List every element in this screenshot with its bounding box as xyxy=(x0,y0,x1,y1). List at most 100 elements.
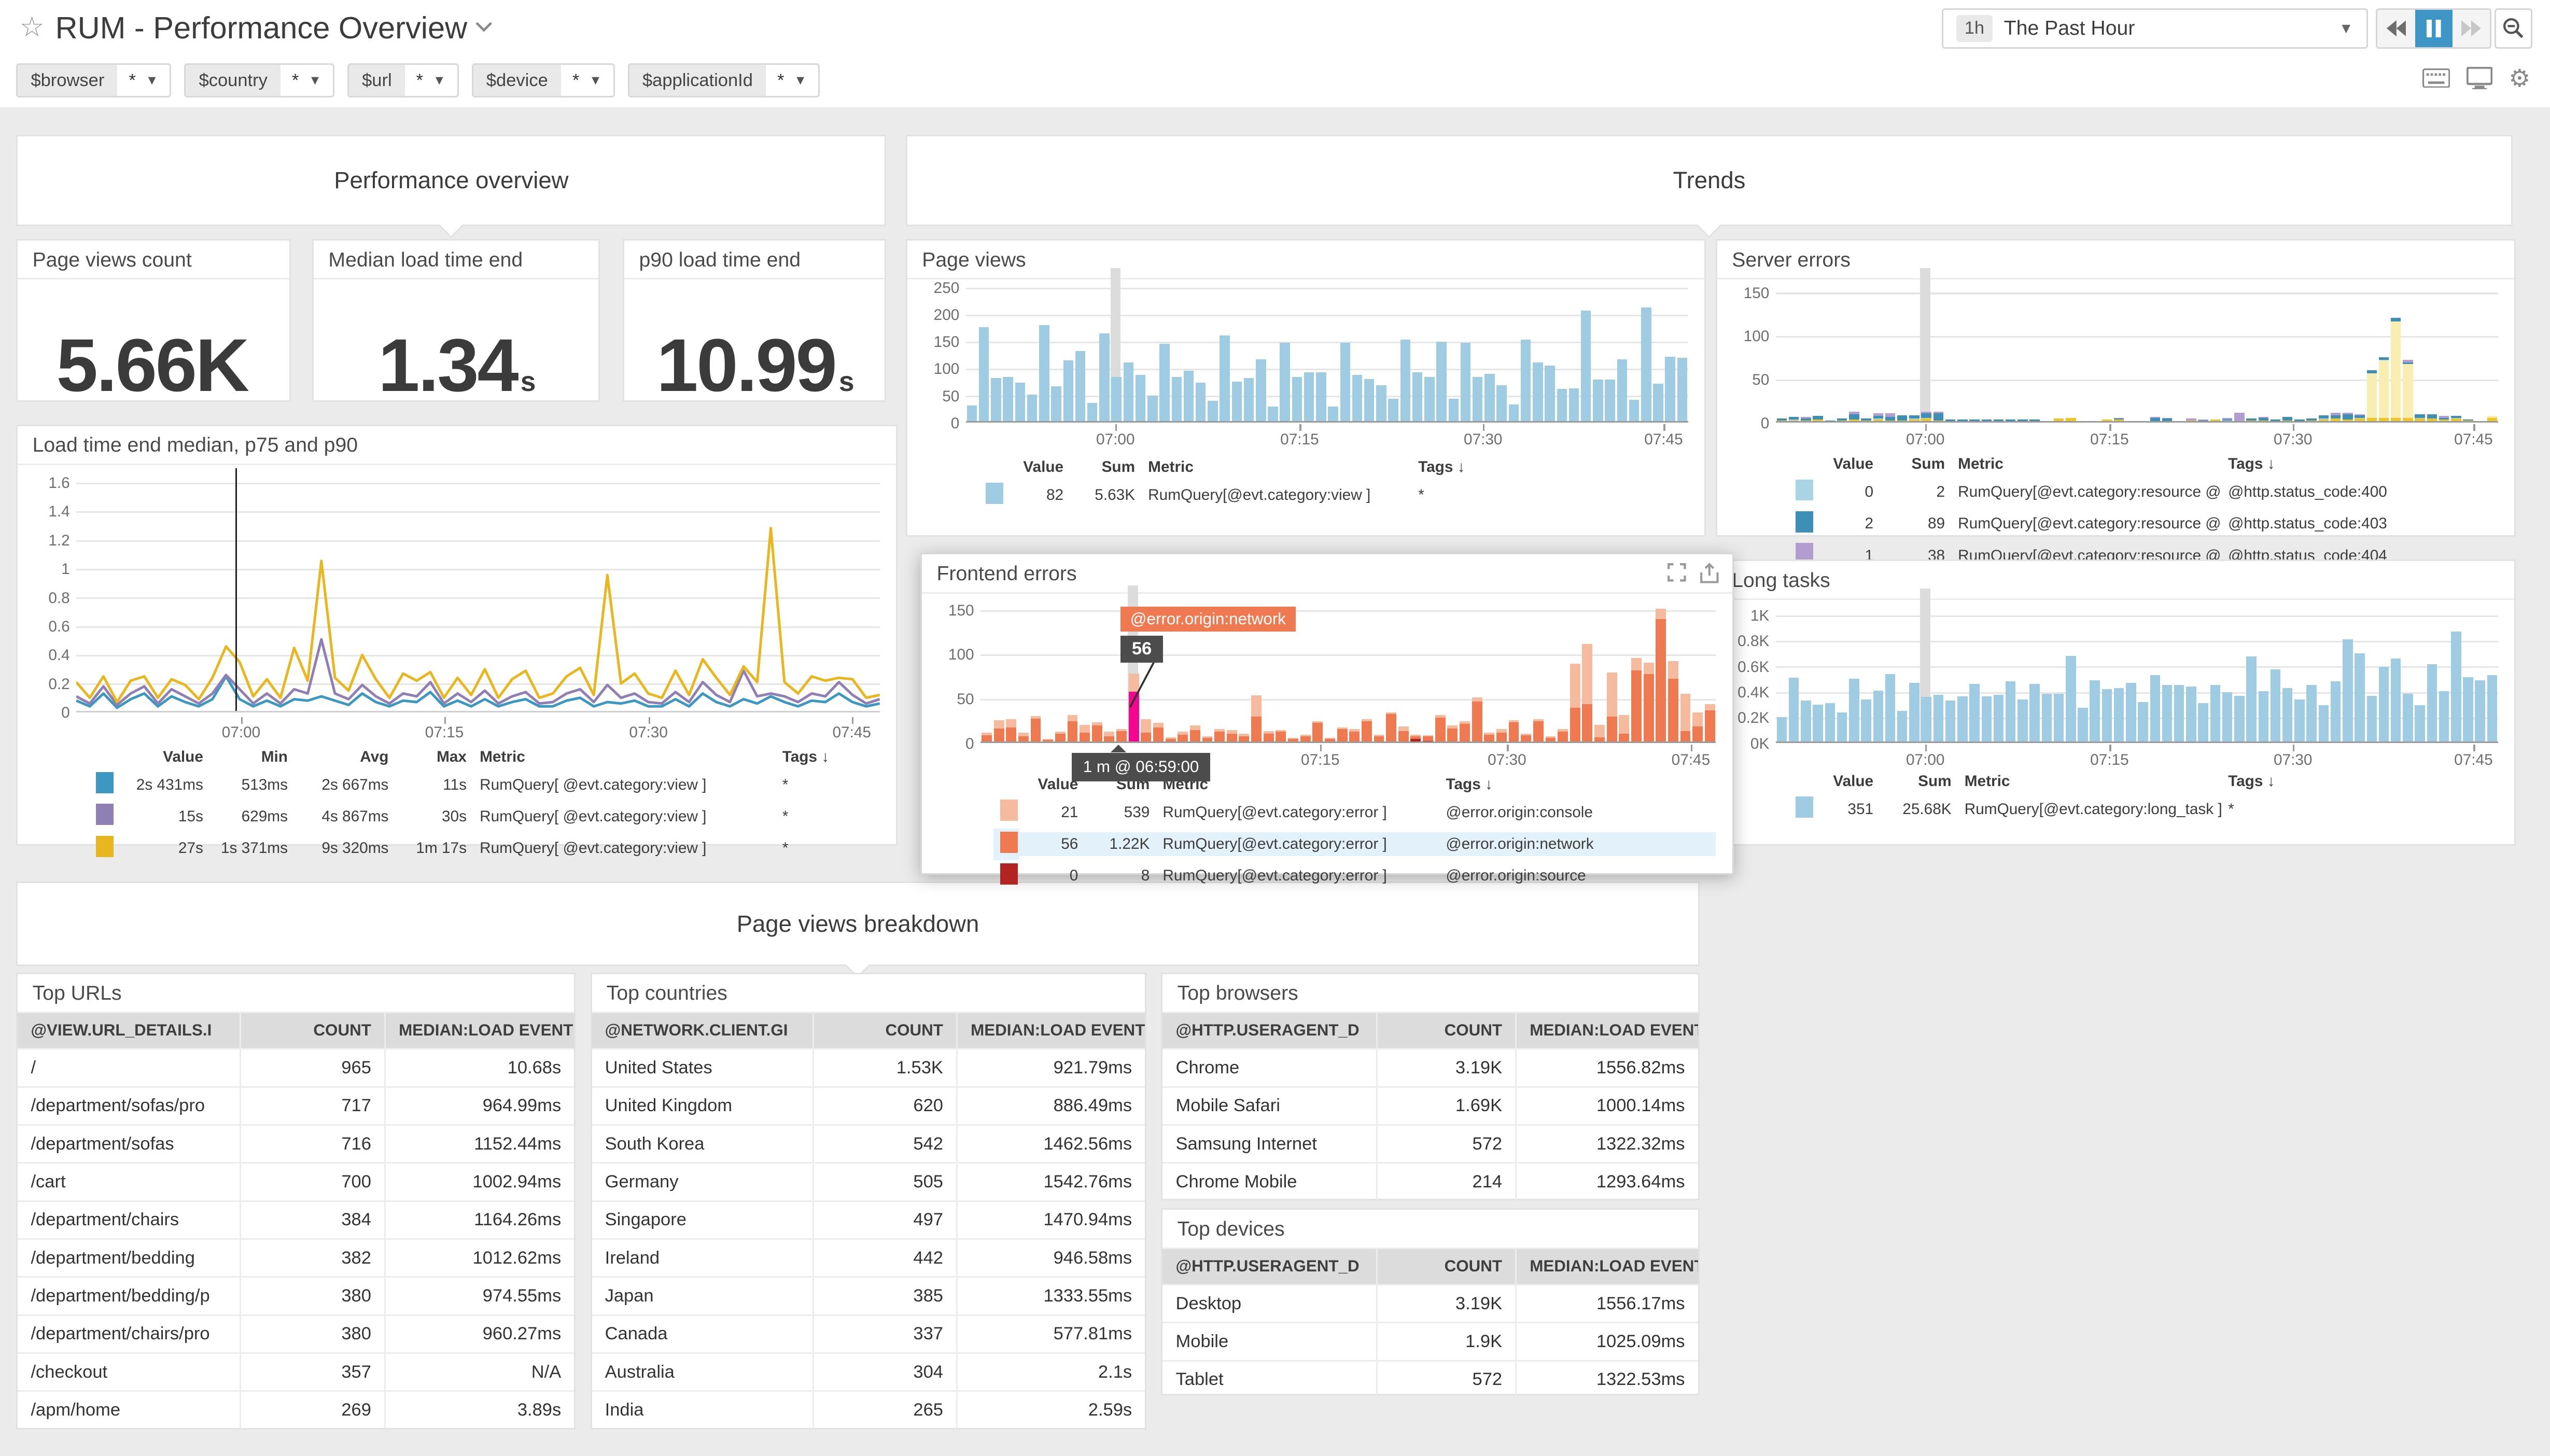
legend-cell: RumQuery[@evt.category:error ] xyxy=(1156,864,1439,888)
table-header-cell[interactable]: COUNT xyxy=(1377,1013,1516,1049)
keyboard-icon[interactable] xyxy=(2422,68,2450,88)
var-value[interactable]: *▼ xyxy=(281,65,333,96)
table-row[interactable]: Japan3851333.55ms xyxy=(592,1277,1145,1315)
widget-top-countries[interactable]: Top countries @NETWORK.CLIENT.GICOUNTMED… xyxy=(591,973,1147,1430)
bar-segment xyxy=(1629,400,1639,422)
table-row[interactable]: /department/sofas7161152.44ms xyxy=(18,1125,574,1163)
table-row[interactable]: Samsung Internet5721322.32ms xyxy=(1162,1125,1698,1163)
var-value[interactable]: *▼ xyxy=(561,65,613,96)
bar xyxy=(2367,370,2377,422)
var-value[interactable]: *▼ xyxy=(766,65,818,96)
table-row[interactable]: /department/chairs3841164.26ms xyxy=(18,1201,574,1239)
widget-long-tasks-chart[interactable]: Long tasks 0K0.2K0.4K0.6K0.8K1K07:0007:1… xyxy=(1716,559,2516,846)
y-axis-label: 250 xyxy=(907,279,959,297)
table-header-cell[interactable]: @HTTP.USERAGENT_D xyxy=(1162,1249,1377,1285)
template-var-url[interactable]: $url *▼ xyxy=(347,63,459,97)
table-header-cell[interactable]: COUNT xyxy=(1377,1249,1516,1285)
widget-server-errors-chart[interactable]: Server errors 05010015007:0007:1507:3007… xyxy=(1716,239,2516,537)
chart-plot-area[interactable]: 00.20.40.60.811.21.41.6 xyxy=(76,468,880,712)
table-row[interactable]: /apm/home2693.89s xyxy=(18,1391,574,1429)
table-header-cell[interactable]: MEDIAN:LOAD EVENT xyxy=(385,1013,574,1049)
template-var-country[interactable]: $country *▼ xyxy=(184,63,334,97)
bar xyxy=(1015,383,1025,421)
table-row[interactable]: /checkout357N/A xyxy=(18,1353,574,1391)
widget-frontend-errors-chart[interactable]: Frontend errors @error.origin:network 56… xyxy=(920,553,1733,875)
widget-top-browsers[interactable]: Top browsers @HTTP.USERAGENT_DCOUNTMEDIA… xyxy=(1161,973,1699,1200)
forward-button[interactable] xyxy=(2453,10,2490,47)
table-header-cell[interactable]: @VIEW.URL_DETAILS.I xyxy=(18,1013,240,1049)
var-value[interactable]: *▼ xyxy=(405,65,457,96)
var-value[interactable]: *▼ xyxy=(117,65,170,96)
table-header-cell[interactable]: MEDIAN:LOAD EVENT xyxy=(1516,1013,1698,1049)
table-header-cell[interactable]: @NETWORK.CLIENT.GI xyxy=(592,1013,814,1049)
group-performance-overview[interactable]: Performance overview xyxy=(16,135,886,226)
bar xyxy=(1837,418,1847,421)
pause-button[interactable] xyxy=(2415,10,2453,47)
table-row[interactable]: Canada337577.81ms xyxy=(592,1315,1145,1353)
table-row[interactable]: Chrome3.19K1556.82ms xyxy=(1162,1049,1698,1087)
gear-icon[interactable]: ⚙ xyxy=(2509,67,2530,90)
legend-cell: * xyxy=(776,805,880,829)
favorite-star-icon[interactable]: ☆ xyxy=(20,11,45,44)
title-chevron-down-icon[interactable] xyxy=(475,21,493,33)
table-header-cell[interactable]: COUNT xyxy=(241,1013,385,1049)
zoom-out-button[interactable] xyxy=(2495,8,2532,49)
table-row[interactable]: Australia3042.1s xyxy=(592,1353,1145,1391)
bar xyxy=(1897,415,1907,422)
table-row[interactable]: Mobile1.9K1025.09ms xyxy=(1162,1323,1698,1361)
widget-page-views-count[interactable]: Page views count 5.66K xyxy=(16,239,291,402)
table-row[interactable]: Chrome Mobile2141293.64ms xyxy=(1162,1163,1698,1200)
legend-swatch-cell xyxy=(993,796,1019,828)
table-row[interactable]: India2652.59s xyxy=(592,1391,1145,1429)
table-header-cell[interactable]: @HTTP.USERAGENT_D xyxy=(1162,1013,1377,1049)
table-row[interactable]: United Kingdom620886.49ms xyxy=(592,1087,1145,1125)
bar xyxy=(1801,417,1811,421)
group-page-views-breakdown[interactable]: Page views breakdown xyxy=(16,881,1699,966)
chart-plot-area[interactable]: 050100150 xyxy=(1776,279,2498,423)
bar xyxy=(2391,659,2401,741)
table-row[interactable]: Mobile Safari1.69K1000.14ms xyxy=(1162,1087,1698,1125)
template-var-browser[interactable]: $browser *▼ xyxy=(16,63,171,97)
template-var-device[interactable]: $device *▼ xyxy=(472,63,615,97)
widget-top-devices[interactable]: Top devices @HTTP.USERAGENT_DCOUNTMEDIAN… xyxy=(1161,1208,1699,1395)
table-row[interactable]: Singapore4971470.94ms xyxy=(592,1201,1145,1239)
widget-p90-load-time[interactable]: p90 load time end 10.99s xyxy=(623,239,886,402)
chart-plot-area[interactable]: 050100150200250 xyxy=(966,279,1688,423)
widget-top-urls[interactable]: Top URLs @VIEW.URL_DETAILS.ICOUNTMEDIAN:… xyxy=(16,973,576,1430)
bar xyxy=(2271,669,2280,741)
chart-plot-area[interactable]: 0K0.2K0.4K0.6K0.8K1K xyxy=(1776,600,2498,743)
bar xyxy=(1136,375,1145,422)
table-row[interactable]: /department/chairs/pro380960.27ms xyxy=(18,1315,574,1353)
table-row[interactable]: United States1.53K921.79ms xyxy=(592,1049,1145,1087)
table-row[interactable]: /department/bedding3821012.62ms xyxy=(18,1239,574,1277)
expand-icon[interactable] xyxy=(1667,563,1687,584)
widget-load-time-chart[interactable]: Load time end median, p75 and p90 00.20.… xyxy=(16,425,898,846)
tv-screen-icon[interactable] xyxy=(2467,67,2492,90)
time-range-badge: 1h xyxy=(1956,15,1993,42)
rewind-button[interactable] xyxy=(2377,10,2415,47)
table-row[interactable]: Germany5051542.76ms xyxy=(592,1163,1145,1201)
widget-median-load-time[interactable]: Median load time end 1.34s xyxy=(312,239,600,402)
bar-segment xyxy=(1316,372,1326,422)
table-header-cell[interactable]: MEDIAN:LOAD EVENT xyxy=(957,1013,1145,1049)
bar-segment xyxy=(2306,421,2316,422)
bar-segment xyxy=(2246,656,2256,741)
template-var-applicationid[interactable]: $applicationId *▼ xyxy=(628,63,820,97)
table-row[interactable]: /department/bedding/p380974.55ms xyxy=(18,1277,574,1315)
table-row[interactable]: Desktop3.19K1556.17ms xyxy=(1162,1284,1698,1322)
time-range-selector[interactable]: 1h The Past Hour ▼ xyxy=(1942,8,2368,49)
table-header-cell[interactable]: COUNT xyxy=(813,1013,957,1049)
table-row[interactable]: /96510.68s xyxy=(18,1049,574,1087)
table-row[interactable]: /cart7001002.94ms xyxy=(18,1163,574,1201)
group-trends[interactable]: Trends xyxy=(906,135,2513,226)
export-icon[interactable] xyxy=(1700,563,1719,584)
table-row[interactable]: Tablet5721322.53ms xyxy=(1162,1361,1698,1398)
table-row[interactable]: Ireland442946.58ms xyxy=(592,1239,1145,1277)
table-row[interactable]: South Korea5421462.56ms xyxy=(592,1125,1145,1163)
widget-page-views-chart[interactable]: Page views 05010015020025007:0007:1507:3… xyxy=(906,239,1706,537)
table-header-cell[interactable]: MEDIAN:LOAD EVENT xyxy=(1516,1249,1698,1285)
bar xyxy=(1619,715,1629,741)
group-notch xyxy=(1697,213,1722,238)
bar-segment xyxy=(2066,418,2076,422)
table-row[interactable]: /department/sofas/pro717964.99ms xyxy=(18,1087,574,1125)
